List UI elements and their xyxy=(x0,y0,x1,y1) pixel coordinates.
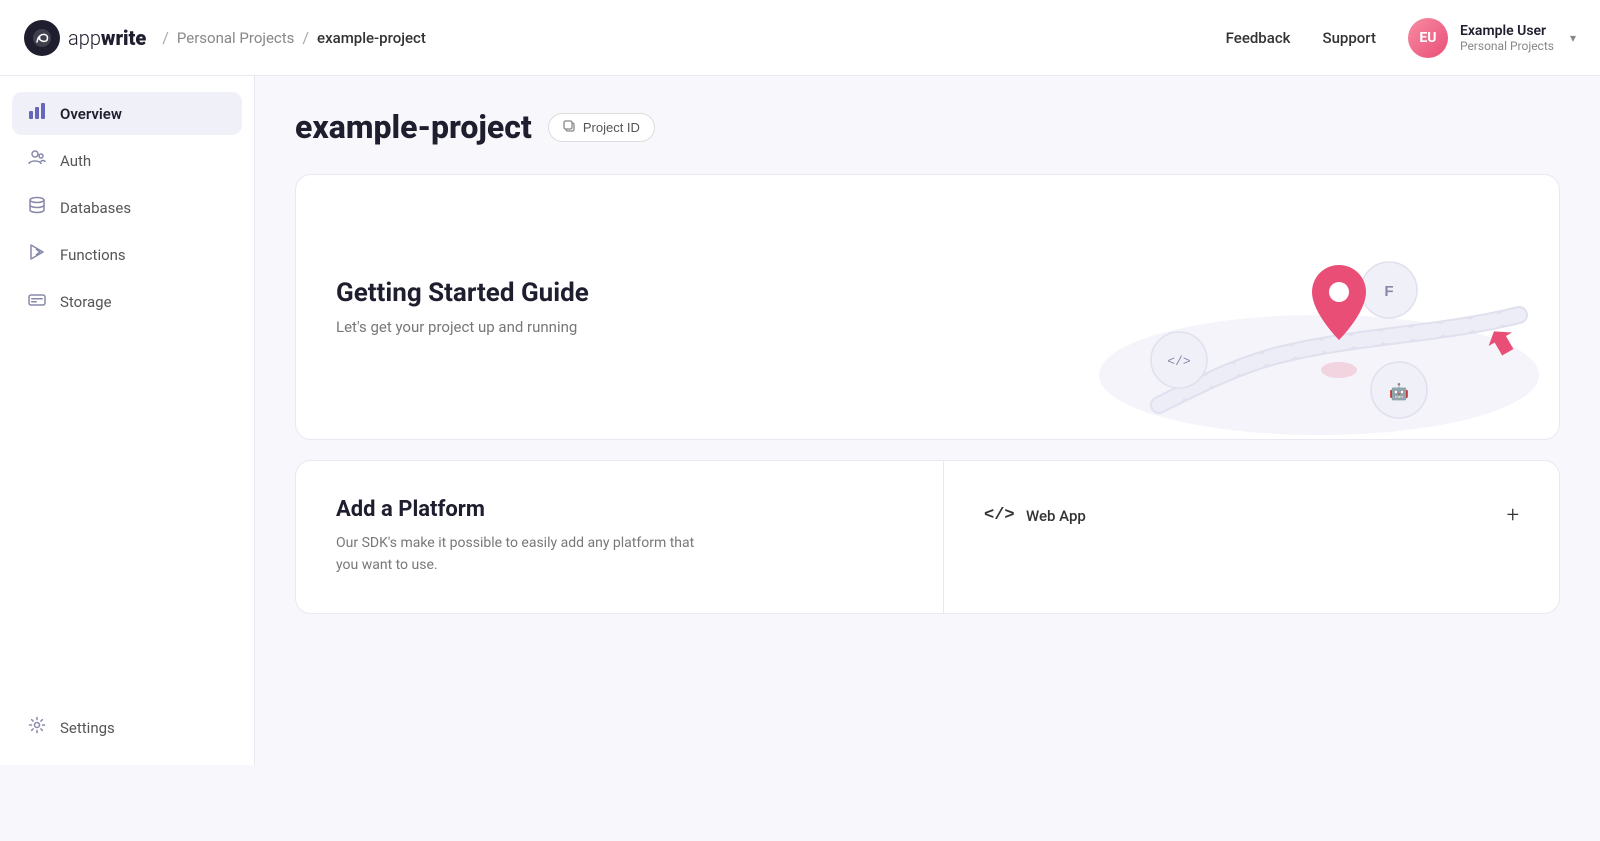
illustration-svg: </> F 🤖 xyxy=(1079,175,1559,435)
platform-options: </> Web App + xyxy=(943,461,1559,613)
logo[interactable]: appwrite xyxy=(24,20,146,56)
sidebar-label-overview: Overview xyxy=(60,105,122,123)
breadcrumb-sep-2: / xyxy=(302,28,309,47)
storage-icon xyxy=(26,290,48,313)
getting-started-illustration: </> F 🤖 xyxy=(1079,175,1559,439)
databases-icon xyxy=(26,196,48,219)
user-name: Example User xyxy=(1460,23,1554,39)
platform-title: Add a Platform xyxy=(336,497,903,522)
user-org: Personal Projects xyxy=(1460,39,1554,53)
sidebar-item-functions[interactable]: Functions xyxy=(12,233,242,276)
sidebar-item-auth[interactable]: Auth xyxy=(12,139,242,182)
sidebar-label-databases: Databases xyxy=(60,199,131,217)
auth-icon xyxy=(26,149,48,172)
sidebar-label-settings: Settings xyxy=(60,719,115,737)
breadcrumb: / Personal Projects / example-project xyxy=(162,28,426,47)
sidebar-item-overview[interactable]: Overview xyxy=(12,92,242,135)
breadcrumb-personal-projects[interactable]: Personal Projects xyxy=(177,29,295,47)
user-avatar: EU xyxy=(1408,18,1448,58)
project-title: example-project xyxy=(295,108,532,146)
feedback-link[interactable]: Feedback xyxy=(1226,29,1291,47)
support-link[interactable]: Support xyxy=(1322,29,1375,47)
project-id-button[interactable]: Project ID xyxy=(548,113,655,142)
breadcrumb-current-project: example-project xyxy=(317,29,426,47)
sidebar-item-storage[interactable]: Storage xyxy=(12,280,242,323)
platform-card: Add a Platform Our SDK's make it possibl… xyxy=(295,460,1560,614)
sidebar-item-settings[interactable]: Settings xyxy=(12,706,242,749)
user-menu[interactable]: EU Example User Personal Projects ▾ xyxy=(1408,18,1576,58)
getting-started-card: Getting Started Guide Let's get your pro… xyxy=(295,174,1560,440)
add-platform-button[interactable]: + xyxy=(1507,503,1519,528)
project-id-label: Project ID xyxy=(583,120,640,135)
header-nav: Feedback Support xyxy=(1226,29,1376,47)
getting-started-description: Let's get your project up and running xyxy=(336,318,1039,336)
svg-text:F: F xyxy=(1384,283,1393,300)
sidebar: Overview Auth Databases xyxy=(0,76,255,765)
platform-option-web[interactable]: </> Web App + xyxy=(968,485,1535,546)
user-chevron-icon: ▾ xyxy=(1570,31,1576,45)
user-info: Example User Personal Projects xyxy=(1460,23,1554,53)
settings-icon xyxy=(26,716,48,739)
sidebar-item-databases[interactable]: Databases xyxy=(12,186,242,229)
overview-icon xyxy=(26,102,48,125)
getting-started-content: Getting Started Guide Let's get your pro… xyxy=(296,175,1079,439)
sidebar-label-storage: Storage xyxy=(60,293,112,311)
web-app-label: Web App xyxy=(1026,507,1493,525)
platform-content: Add a Platform Our SDK's make it possibl… xyxy=(296,461,943,613)
sidebar-label-functions: Functions xyxy=(60,246,126,264)
sidebar-label-auth: Auth xyxy=(60,152,91,170)
functions-icon xyxy=(26,243,48,266)
main-content: example-project Project ID Getting Start… xyxy=(255,76,1600,765)
header: appwrite / Personal Projects / example-p… xyxy=(0,0,1600,76)
breadcrumb-sep-1: / xyxy=(162,28,169,47)
layout: Overview Auth Databases xyxy=(0,76,1600,765)
copy-icon xyxy=(563,120,577,134)
svg-text:</>: </> xyxy=(1167,354,1191,369)
platform-description: Our SDK's make it possible to easily add… xyxy=(336,532,716,577)
svg-text:🤖: 🤖 xyxy=(1389,382,1409,401)
logo-text: appwrite xyxy=(68,26,146,50)
project-header: example-project Project ID xyxy=(295,108,1560,146)
logo-icon xyxy=(24,20,60,56)
web-app-icon: </> xyxy=(984,506,1012,525)
getting-started-title: Getting Started Guide xyxy=(336,278,1039,308)
